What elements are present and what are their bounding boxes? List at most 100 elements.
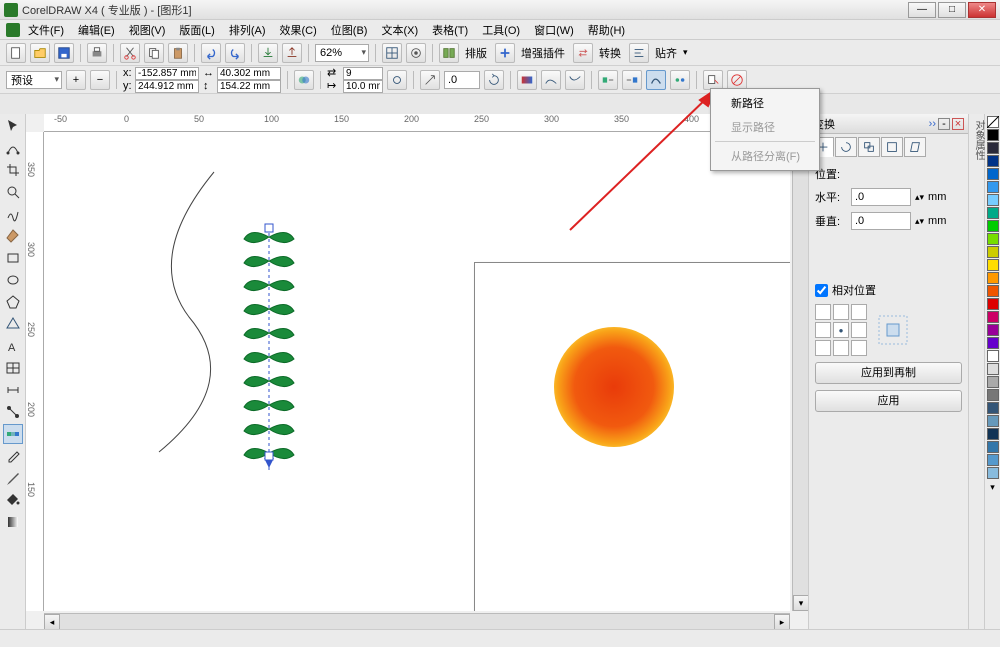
color-swatch[interactable] <box>987 129 999 141</box>
y-input[interactable] <box>135 80 199 93</box>
plugin-label[interactable]: 增强插件 <box>517 43 569 63</box>
color-swatch[interactable] <box>987 454 999 466</box>
color-swatch[interactable] <box>987 428 999 440</box>
menu-help[interactable]: 帮助(H) <box>582 20 631 40</box>
color-swatch[interactable] <box>987 233 999 245</box>
scroll-right-button[interactable]: ▸ <box>774 614 790 629</box>
copy-button[interactable] <box>144 43 164 63</box>
menu-tools[interactable]: 工具(O) <box>476 20 526 40</box>
export-button[interactable] <box>282 43 302 63</box>
horiz-input[interactable] <box>851 188 911 206</box>
layout-icon[interactable] <box>439 43 459 63</box>
convert-label[interactable]: 转换 <box>595 43 625 63</box>
docker-pin-icon[interactable]: ›› <box>929 118 936 130</box>
angle-input[interactable] <box>444 71 480 89</box>
align-icon[interactable] <box>629 43 649 63</box>
gradient-circle-object[interactable] <box>549 322 679 452</box>
clear-blend-button[interactable] <box>727 70 747 90</box>
snap-button[interactable] <box>382 43 402 63</box>
rectangle-tool[interactable] <box>3 248 23 268</box>
color-swatch[interactable] <box>987 324 999 336</box>
color-swatch[interactable] <box>987 246 999 258</box>
redo-button[interactable] <box>225 43 245 63</box>
scroll-left-button[interactable]: ◂ <box>44 614 60 629</box>
accel-button[interactable] <box>541 70 561 90</box>
color-swatch[interactable] <box>987 168 999 180</box>
plugin-icon[interactable] <box>495 43 515 63</box>
undo-button[interactable] <box>201 43 221 63</box>
align-label[interactable]: 贴齐 <box>651 43 681 63</box>
menu-view[interactable]: 视图(V) <box>123 20 172 40</box>
anchor-tr[interactable] <box>851 304 867 320</box>
polygon-tool[interactable] <box>3 292 23 312</box>
maximize-button[interactable]: □ <box>938 2 966 18</box>
start-obj-button[interactable] <box>598 70 618 90</box>
table-tool[interactable] <box>3 358 23 378</box>
spinner-icon[interactable]: ▴▾ <box>915 216 924 227</box>
save-button[interactable] <box>54 43 74 63</box>
outline-tool[interactable] <box>3 468 23 488</box>
direction-button[interactable] <box>420 70 440 90</box>
anchor-bl[interactable] <box>815 340 831 356</box>
menu-effects[interactable]: 效果(C) <box>274 20 323 40</box>
tab-scale[interactable] <box>858 137 880 157</box>
color-swatch[interactable] <box>987 181 999 193</box>
fill-tool[interactable] <box>3 490 23 510</box>
color-swatch[interactable] <box>987 285 999 297</box>
convert-icon[interactable] <box>573 43 593 63</box>
color-swatch[interactable] <box>987 272 999 284</box>
ellipse-tool[interactable] <box>3 270 23 290</box>
anchor-tl[interactable] <box>815 304 831 320</box>
scrollbar-vertical[interactable]: ▴ ▾ <box>792 132 808 611</box>
color-swatch[interactable] <box>987 376 999 388</box>
dimension-tool[interactable] <box>3 380 23 400</box>
menu-layout[interactable]: 版面(L) <box>173 20 220 40</box>
collapsed-docker[interactable]: 对象属性 <box>968 114 984 629</box>
s-curve-object[interactable] <box>154 167 244 462</box>
freehand-tool[interactable] <box>3 204 23 224</box>
menu-window[interactable]: 窗口(W) <box>528 20 580 40</box>
anchor-grid[interactable] <box>815 304 867 356</box>
anchor-mr[interactable] <box>851 322 867 338</box>
menu-bitmap[interactable]: 位图(B) <box>325 20 374 40</box>
x-input[interactable] <box>135 67 199 80</box>
anchor-tc[interactable] <box>833 304 849 320</box>
add-preset-button[interactable]: + <box>66 70 86 90</box>
color-swatch[interactable] <box>987 155 999 167</box>
color-swatch[interactable] <box>987 467 999 479</box>
copy-props-button[interactable] <box>703 70 723 90</box>
color-swatch[interactable] <box>987 441 999 453</box>
blend-button[interactable] <box>294 70 314 90</box>
loop-button[interactable] <box>387 70 407 90</box>
remove-preset-button[interactable]: − <box>90 70 110 90</box>
blend-tool[interactable] <box>3 424 23 444</box>
zoom-tool[interactable] <box>3 182 23 202</box>
no-color-swatch[interactable] <box>987 116 999 128</box>
color-swatch[interactable] <box>987 220 999 232</box>
close-button[interactable]: ✕ <box>968 2 996 18</box>
text-tool[interactable]: A <box>3 336 23 356</box>
crop-tool[interactable] <box>3 160 23 180</box>
anchor-bc[interactable] <box>833 340 849 356</box>
docker-min-button[interactable]: - <box>938 118 950 130</box>
eyedropper-tool[interactable] <box>3 446 23 466</box>
color-swatch[interactable] <box>987 311 999 323</box>
anchor-center[interactable] <box>833 322 849 338</box>
color-swatch[interactable] <box>987 259 999 271</box>
apply-duplicate-button[interactable]: 应用到再制 <box>815 362 962 384</box>
zoom-dropdown[interactable]: 62% <box>315 44 369 62</box>
color-swatch[interactable] <box>987 363 999 375</box>
color-swatch[interactable] <box>987 389 999 401</box>
relative-checkbox[interactable] <box>815 284 828 297</box>
width-input[interactable] <box>217 67 281 80</box>
color-swatch[interactable] <box>987 298 999 310</box>
color-swatch[interactable] <box>987 350 999 362</box>
spinner-icon[interactable]: ▴▾ <box>915 192 924 203</box>
color-swatch[interactable] <box>987 415 999 427</box>
minimize-button[interactable]: — <box>908 2 936 18</box>
color-swatch[interactable] <box>987 142 999 154</box>
basic-shapes-tool[interactable] <box>3 314 23 334</box>
menu-table[interactable]: 表格(T) <box>426 20 474 40</box>
new-button[interactable] <box>6 43 26 63</box>
tab-rotate[interactable] <box>835 137 857 157</box>
